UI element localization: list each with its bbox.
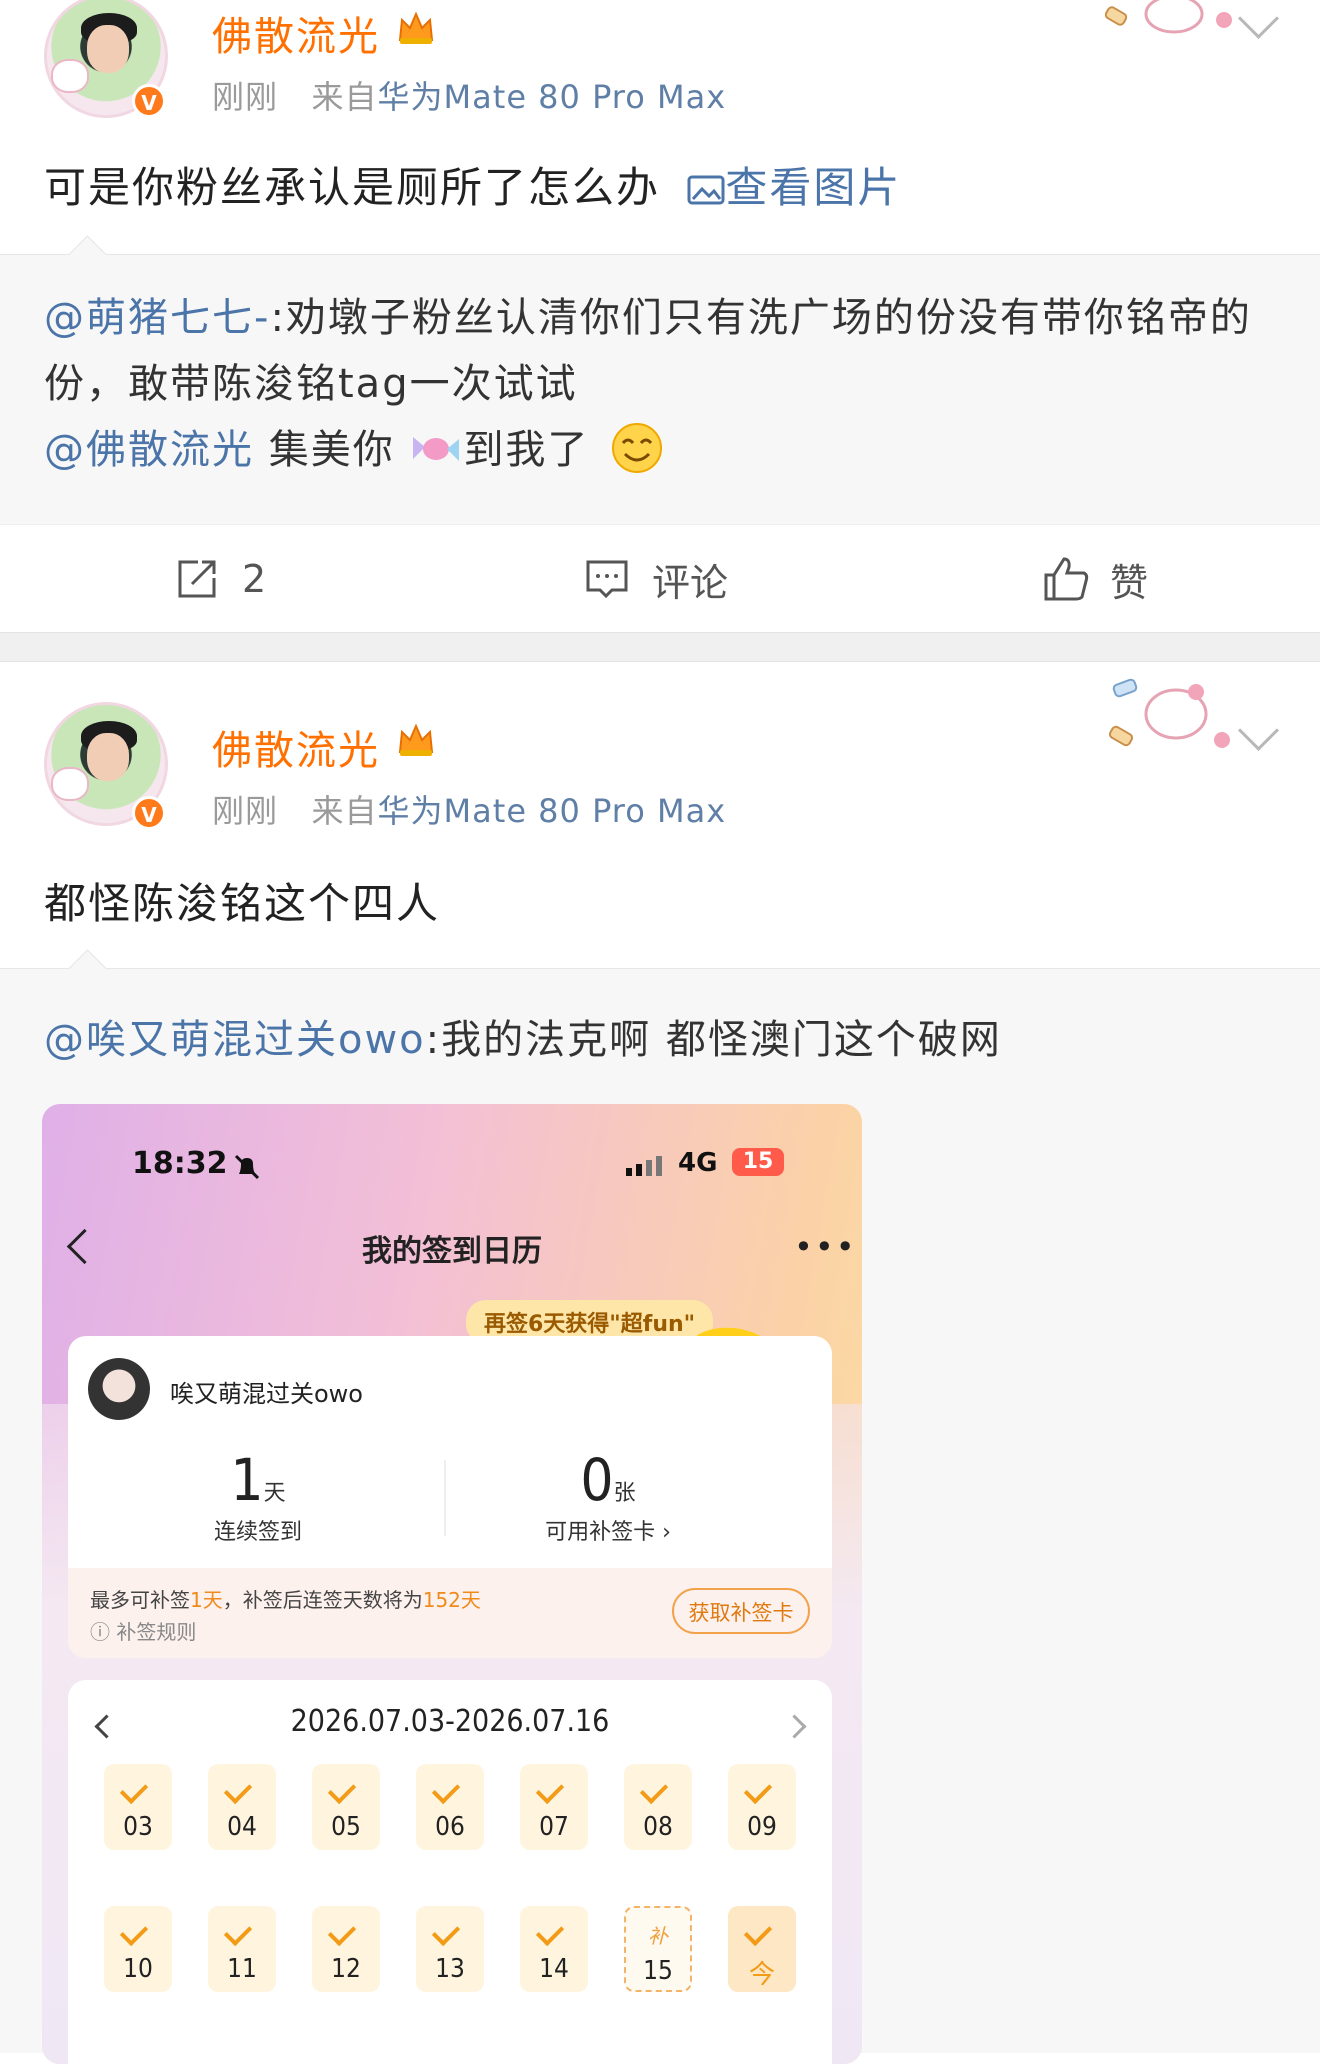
- makeup-note: 最多可补签1天，补签后连签天数将为152天: [90, 1588, 481, 1612]
- mute-bell-icon: [234, 1154, 260, 1180]
- post-separator: [0, 632, 1320, 662]
- calendar-day-today[interactable]: 今: [728, 1906, 796, 1992]
- calendar-day[interactable]: 04: [208, 1764, 276, 1850]
- makeup-cards-block[interactable]: 0张 可用补签卡 ›: [498, 1446, 718, 1546]
- more-icon[interactable]: •••: [794, 1228, 857, 1266]
- comment-label: 评论: [652, 560, 729, 605]
- post-1: V 佛散流光 刚刚 来自华为Mate 80 Pro Max 可是你粉丝承认是厕所…: [0, 0, 1320, 252]
- calendar-day[interactable]: 06: [416, 1764, 484, 1850]
- source-device[interactable]: 华为Mate 80 Pro Max: [378, 792, 727, 830]
- mention-link[interactable]: @萌猪七七-: [44, 295, 270, 341]
- quote-text: @萌猪七七-:劝墩子粉丝认清你们只有洗广场的份没有带你铭帝的份，敢带陈浚铭tag…: [44, 295, 1252, 473]
- user-name: 唉又萌混过关owo: [170, 1380, 363, 1408]
- calendar-title: 我的签到日历: [362, 1234, 542, 1269]
- streak-block: 1天 连续签到: [148, 1446, 368, 1546]
- quote-text: @唉又萌混过关owo:我的法克啊 都怪澳门这个破网: [44, 1017, 1002, 1063]
- streak-label: 连续签到: [213, 1520, 302, 1545]
- reply-mention-link[interactable]: @佛散流光: [44, 427, 254, 473]
- thumbs-up-icon: [1044, 557, 1089, 601]
- post-meta: 刚刚 来自华为Mate 80 Pro Max: [212, 786, 726, 832]
- calendar-day[interactable]: 11: [208, 1906, 276, 1992]
- calendar-day[interactable]: 05: [312, 1764, 380, 1850]
- vip-crown-icon: [398, 11, 434, 44]
- calendar-day[interactable]: 03: [104, 1764, 172, 1850]
- action-bar: 2 评论 赞: [0, 524, 1320, 633]
- vip-crown-icon: [398, 723, 434, 756]
- verified-badge-icon: V: [132, 84, 166, 118]
- post-time: 刚刚: [212, 78, 279, 116]
- network-type: 4G: [678, 1148, 718, 1178]
- calendar-day-makeup[interactable]: 补 15: [624, 1906, 692, 1992]
- post-2: V 佛散流光 刚刚 来自华为Mate 80 Pro Max 都怪陈浚铭这个四人: [0, 662, 1320, 968]
- calendar-day[interactable]: 10: [104, 1906, 172, 1992]
- calendar-day[interactable]: 12: [312, 1906, 380, 1992]
- chevron-down-icon[interactable]: [1237, 0, 1280, 40]
- calendar-day[interactable]: 09: [728, 1764, 796, 1850]
- username[interactable]: 佛散流光: [212, 4, 380, 62]
- image-icon: [687, 175, 725, 205]
- rules-link[interactable]: ⓘ 补签规则: [90, 1616, 196, 1645]
- source-device[interactable]: 华为Mate 80 Pro Max: [378, 78, 727, 116]
- view-image-link[interactable]: 查看图片: [725, 163, 901, 212]
- battery: 15: [732, 1148, 784, 1176]
- repost-quote[interactable]: @萌猪七七-:劝墩子粉丝认清你们只有洗广场的份没有带你铭帝的份，敢带陈浚铭tag…: [0, 235, 1320, 525]
- share-icon: [178, 560, 216, 598]
- source-prefix: 来自: [311, 78, 378, 116]
- source-prefix: 来自: [311, 792, 378, 830]
- signin-summary-card: 唉又萌混过关owo 1天 连续签到 0张 可用补签卡 › 最多可补签1天，补签后…: [68, 1336, 832, 1658]
- embedded-screenshot[interactable]: 18:32 4G 15 我的签到日历 ••• 再签6天获得"超fun" 唉又萌混…: [42, 1104, 862, 2064]
- post-meta: 刚刚 来自华为Mate 80 Pro Max: [212, 72, 726, 118]
- post-text: 可是你粉丝承认是厕所了怎么办 查看图片: [44, 163, 902, 212]
- mention-link[interactable]: @唉又萌混过关owo: [44, 1017, 426, 1063]
- status-time: 18:32: [132, 1146, 228, 1181]
- makeup-cards-label: 可用补签卡 ›: [545, 1520, 671, 1545]
- get-card-button[interactable]: 获取补签卡: [672, 1588, 810, 1634]
- date-range: 2026.07.03-2026.07.16: [290, 1704, 610, 1739]
- username[interactable]: 佛散流光: [212, 718, 380, 776]
- smile-emoji-icon: [612, 423, 663, 473]
- calendar-day[interactable]: 08: [624, 1764, 692, 1850]
- candy-emoji-icon: [413, 437, 460, 461]
- comment-icon: [586, 560, 628, 599]
- hello-kitty-decoration-icon: [1104, 0, 1232, 34]
- chevron-down-icon[interactable]: [1237, 709, 1280, 752]
- share-count: 2: [242, 557, 267, 601]
- post-text: 都怪陈浚铭这个四人: [44, 879, 441, 928]
- signal-icon: [626, 1156, 662, 1176]
- calendar-day[interactable]: 07: [520, 1764, 588, 1850]
- hello-kitty-decoration-icon: [1108, 678, 1230, 748]
- like-button[interactable]: 赞: [1042, 525, 1148, 633]
- post-time: 刚刚: [212, 792, 279, 830]
- verified-badge-icon: V: [132, 796, 166, 830]
- like-label: 赞: [1110, 560, 1149, 605]
- share-button[interactable]: 2: [174, 525, 266, 633]
- calendar-day[interactable]: 13: [416, 1906, 484, 1992]
- calendar-card: 2026.07.03-2026.07.16 03 04 05 06 07 08 …: [68, 1680, 832, 2064]
- comment-button[interactable]: 评论: [584, 525, 728, 633]
- user-avatar: [88, 1358, 150, 1420]
- calendar-day[interactable]: 14: [520, 1906, 588, 1992]
